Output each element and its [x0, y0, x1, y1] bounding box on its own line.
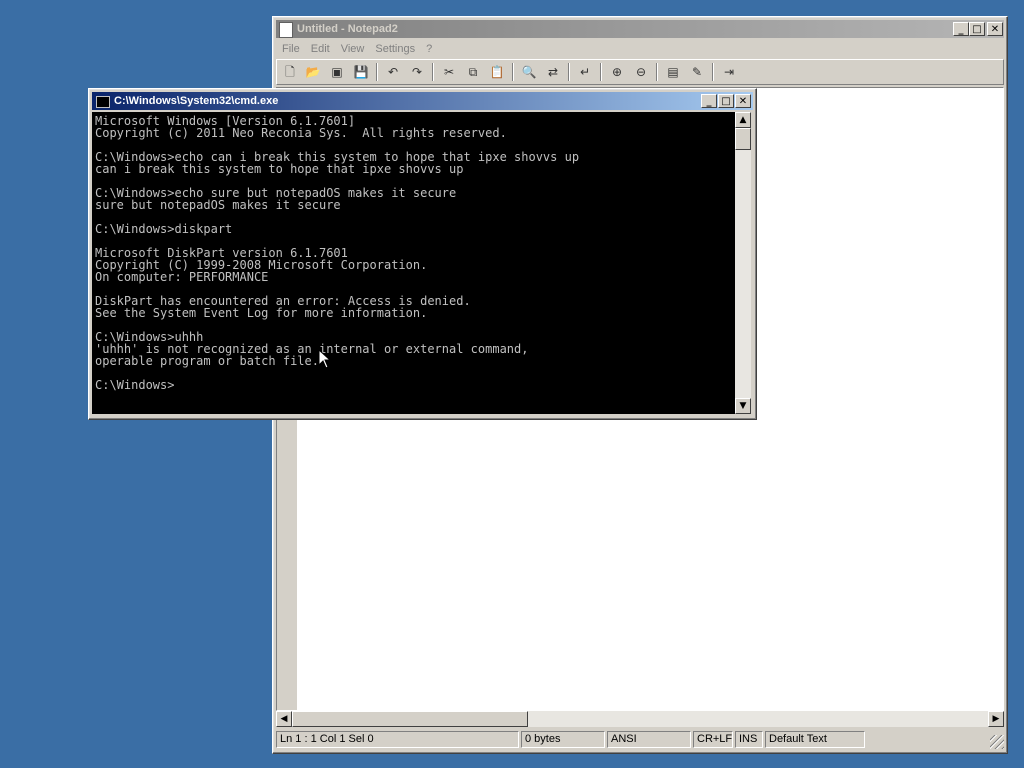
find-icon[interactable]: 🔍 [521, 64, 537, 80]
zoom-in-icon[interactable]: ⊕ [609, 64, 625, 80]
status-size: 0 bytes [521, 731, 605, 748]
wordwrap-icon[interactable]: ↵ [577, 64, 593, 80]
zoom-out-icon[interactable]: ⊖ [633, 64, 649, 80]
menu-edit[interactable]: Edit [305, 40, 335, 55]
save-icon[interactable]: 💾 [353, 64, 369, 80]
exit-icon[interactable]: ⇥ [721, 64, 737, 80]
scrollbar-thumb[interactable] [735, 128, 751, 150]
menu-help[interactable]: ? [420, 40, 437, 55]
cmd-window[interactable]: C:\Windows\System32\cmd.exe _ □ ✕ Micros… [88, 88, 757, 420]
resize-grip-icon[interactable] [990, 735, 1004, 749]
paste-icon[interactable]: 📋 [489, 64, 505, 80]
customize-scheme-icon[interactable]: ✎ [689, 64, 705, 80]
toolbar-separator [432, 63, 434, 81]
open-icon[interactable]: 📂 [305, 64, 321, 80]
select-scheme-icon[interactable]: ▤ [665, 64, 681, 80]
copy-icon[interactable]: ⧉ [465, 64, 481, 80]
minimize-icon[interactable]: _ [701, 94, 717, 108]
menu-settings[interactable]: Settings [369, 40, 420, 55]
cmd-title: C:\Windows\System32\cmd.exe [114, 95, 279, 107]
notepad-app-icon [279, 22, 293, 38]
toolbar-separator [568, 63, 570, 81]
scroll-right-icon[interactable]: ▶ [988, 711, 1004, 727]
scroll-down-icon[interactable]: ▼ [735, 398, 751, 414]
vertical-scrollbar[interactable]: ▲ ▼ [735, 112, 751, 414]
status-line-endings[interactable]: CR+LF [693, 731, 733, 748]
toolbar-separator [512, 63, 514, 81]
cmd-titlebar[interactable]: C:\Windows\System32\cmd.exe _ □ ✕ [92, 92, 753, 110]
menu-view[interactable]: View [335, 40, 370, 55]
replace-icon[interactable]: ⇄ [545, 64, 561, 80]
status-scheme[interactable]: Default Text [765, 731, 865, 748]
toolbar-separator [712, 63, 714, 81]
status-insert-mode: INS [735, 731, 763, 748]
cmd-console[interactable]: Microsoft Windows [Version 6.1.7601] Cop… [92, 112, 735, 414]
cmd-app-icon [96, 96, 110, 108]
notepad2-titlebar[interactable]: Untitled - Notepad2 _ □ ✕ [276, 20, 1004, 38]
close-icon[interactable]: ✕ [735, 94, 751, 108]
notepad2-statusbar: Ln 1 : 1 Col 1 Sel 0 0 bytes ANSI CR+LF … [276, 729, 1004, 749]
toolbar-separator [656, 63, 658, 81]
new-icon[interactable]: 🗋 [282, 64, 298, 80]
horizontal-scrollbar[interactable]: ◀ ▶ [276, 711, 1004, 727]
maximize-icon[interactable]: □ [969, 22, 985, 36]
undo-icon[interactable]: ↶ [385, 64, 401, 80]
console-output: Microsoft Windows [Version 6.1.7601] Cop… [95, 114, 580, 392]
notepad2-toolbar: 🗋 📂 ▣ 💾 ↶ ↷ ✂ ⧉ 📋 🔍 ⇄ ↵ ⊕ ⊖ ▤ ✎ ⇥ [276, 59, 1004, 85]
toolbar-separator [376, 63, 378, 81]
browse-icon[interactable]: ▣ [329, 64, 345, 80]
notepad2-title: Untitled - Notepad2 [297, 23, 398, 35]
notepad2-menubar: File Edit View Settings? [276, 40, 1004, 58]
scroll-up-icon[interactable]: ▲ [735, 112, 751, 128]
maximize-icon[interactable]: □ [718, 94, 734, 108]
menu-file[interactable]: File [276, 40, 305, 55]
redo-icon[interactable]: ↷ [409, 64, 425, 80]
cut-icon[interactable]: ✂ [441, 64, 457, 80]
close-icon[interactable]: ✕ [987, 22, 1003, 36]
scroll-left-icon[interactable]: ◀ [276, 711, 292, 727]
mouse-cursor-icon [318, 349, 332, 369]
status-encoding[interactable]: ANSI [607, 731, 691, 748]
scrollbar-thumb[interactable] [292, 711, 528, 727]
toolbar-separator [600, 63, 602, 81]
minimize-icon[interactable]: _ [953, 22, 969, 36]
status-position: Ln 1 : 1 Col 1 Sel 0 [276, 731, 519, 748]
